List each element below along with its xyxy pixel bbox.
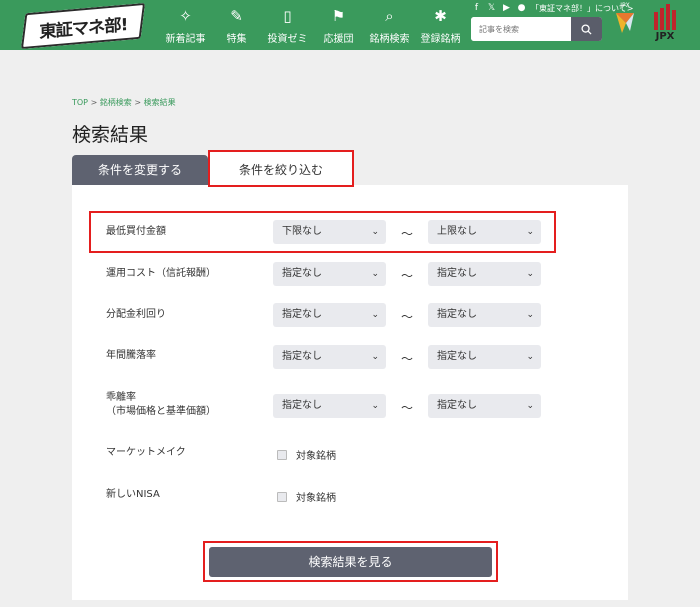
- min-amount-from-select[interactable]: 下限なし ⌄: [273, 220, 386, 244]
- chevron-down-icon: ⌄: [371, 310, 379, 320]
- jpx-text: JPX: [655, 31, 675, 42]
- select-value: 下限なし: [282, 226, 322, 237]
- x-icon[interactable]: 𝕏: [486, 3, 497, 14]
- filter-label: マーケットメイク: [106, 447, 186, 458]
- search-icon: [581, 23, 592, 35]
- chevron-down-icon: ⌄: [371, 401, 379, 411]
- article-search: [471, 17, 602, 41]
- nav-investment-seminar[interactable]: ▯ 投資ゼミ: [262, 6, 313, 45]
- nav-registered-stocks[interactable]: ✱ 登録銘柄: [415, 6, 466, 45]
- filter-label-line1: 乖離率: [106, 392, 136, 403]
- nav-new-articles[interactable]: ✧ 新着記事: [160, 6, 211, 45]
- yield-to-select[interactable]: 指定なし ⌄: [428, 303, 541, 327]
- select-value: 指定なし: [437, 400, 477, 411]
- nisa-checkbox[interactable]: 対象銘柄: [277, 489, 336, 504]
- deviation-from-select[interactable]: 指定なし ⌄: [273, 394, 386, 418]
- min-amount-to-select[interactable]: 上限なし ⌄: [428, 220, 541, 244]
- tab-change-conditions[interactable]: 条件を変更する: [72, 155, 208, 185]
- select-value: 指定なし: [437, 351, 477, 362]
- range-separator: ～: [401, 352, 414, 366]
- annual-return-from-select[interactable]: 指定なし ⌄: [273, 345, 386, 369]
- sparkle-icon: ✧: [179, 7, 192, 25]
- nav-stock-search[interactable]: ⌕ 銘柄検索: [364, 6, 415, 45]
- main-nav: ✧ 新着記事 ✎ 特集 ▯ 投資ゼミ ⚑ 応援団 ⌕ 銘柄検索 ✱ 登録銘柄: [160, 6, 466, 45]
- site-logo[interactable]: 東証マネ部!: [20, 2, 146, 50]
- checkbox-box[interactable]: [277, 449, 287, 460]
- nav-features[interactable]: ✎ 特集: [211, 6, 262, 45]
- nav-supporters[interactable]: ⚑ 応援団: [313, 6, 364, 45]
- nav-label: 登録銘柄: [420, 34, 461, 45]
- select-value: 指定なし: [282, 400, 322, 411]
- breadcrumb-separator: >: [90, 98, 98, 107]
- chevron-down-icon: ⌄: [526, 227, 534, 237]
- checkbox-label: 対象銘柄: [296, 451, 336, 462]
- filter-label: 乖離率 （市場価格と基準価額）: [106, 391, 216, 419]
- market-make-checkbox[interactable]: 対象銘柄: [277, 447, 336, 462]
- filter-label: 分配金利回り: [106, 309, 166, 320]
- click-icon: ✱: [434, 7, 447, 25]
- yield-from-select[interactable]: 指定なし ⌄: [273, 303, 386, 327]
- select-value: 指定なし: [282, 309, 322, 320]
- range-separator: ～: [401, 310, 414, 324]
- pen-icon: ✎: [230, 7, 243, 25]
- range-separator: ～: [401, 401, 414, 415]
- view-results-button[interactable]: 検索結果を見る: [209, 547, 492, 577]
- nav-label: 新着記事: [165, 34, 206, 45]
- search-input[interactable]: [471, 17, 571, 41]
- page-title: 検索結果: [72, 124, 149, 146]
- youtube-icon[interactable]: ▶: [501, 3, 512, 14]
- checkbox-label: 対象銘柄: [296, 493, 336, 504]
- facebook-icon[interactable]: f: [471, 3, 482, 14]
- breadcrumb-current: 検索結果: [143, 98, 176, 107]
- jpx-bars-icon: [651, 4, 679, 30]
- tab-narrow-conditions[interactable]: 条件を絞り込む: [208, 150, 354, 187]
- select-value: 指定なし: [437, 268, 477, 279]
- chevron-down-icon: ⌄: [371, 269, 379, 279]
- jpx-brand-logo[interactable]: JPX: [610, 2, 640, 35]
- logo-text: 東証マネ部!: [38, 14, 128, 43]
- breadcrumb-separator: >: [134, 98, 142, 107]
- breadcrumb: TOP > 銘柄検索 > 検索結果: [72, 97, 176, 108]
- chevron-down-icon: ⌄: [526, 352, 534, 362]
- flag-icon: ⚑: [331, 7, 346, 25]
- nav-label: 銘柄検索: [369, 34, 410, 45]
- select-value: 上限なし: [437, 226, 477, 237]
- range-separator: ～: [401, 269, 414, 283]
- chevron-down-icon: ⌄: [526, 401, 534, 411]
- filter-label: 新しいNISA: [106, 489, 160, 500]
- annual-return-to-select[interactable]: 指定なし ⌄: [428, 345, 541, 369]
- search-button[interactable]: [571, 17, 602, 41]
- filter-label: 運用コスト（信託報酬）: [106, 268, 216, 279]
- deviation-to-select[interactable]: 指定なし ⌄: [428, 394, 541, 418]
- filter-label-line2: （市場価格と基準価額）: [106, 406, 216, 417]
- nav-label: 応援団: [323, 34, 354, 45]
- filter-label: 最低買付金額: [106, 226, 166, 237]
- chevron-down-icon: ⌄: [526, 310, 534, 320]
- select-value: 指定なし: [282, 351, 322, 362]
- select-value: 指定なし: [282, 268, 322, 279]
- nav-label: 投資ゼミ: [267, 34, 308, 45]
- breadcrumb-top[interactable]: TOP: [72, 98, 88, 107]
- site-header: 東証マネ部! ✧ 新着記事 ✎ 特集 ▯ 投資ゼミ ⚑ 応援団 ⌕ 銘柄検索 ✱…: [0, 0, 700, 50]
- nav-label: 特集: [226, 34, 247, 45]
- chevron-down-icon: ⌄: [371, 227, 379, 237]
- line-icon[interactable]: ●: [516, 3, 527, 14]
- chevron-down-icon: ⌄: [526, 269, 534, 279]
- etf-search-icon: ⌕: [385, 7, 394, 25]
- jpx-small-text: JPX: [620, 2, 630, 9]
- jpx-mark-icon: [614, 11, 636, 35]
- select-value: 指定なし: [437, 309, 477, 320]
- jpx-logo[interactable]: JPX: [651, 4, 679, 42]
- cost-from-select[interactable]: 指定なし ⌄: [273, 262, 386, 286]
- checkbox-box[interactable]: [277, 491, 287, 502]
- breadcrumb-stock-search[interactable]: 銘柄検索: [100, 98, 132, 107]
- range-separator: ～: [401, 227, 414, 241]
- cost-to-select[interactable]: 指定なし ⌄: [428, 262, 541, 286]
- chevron-down-icon: ⌄: [371, 352, 379, 362]
- book-icon: ▯: [283, 7, 292, 25]
- filter-label: 年間騰落率: [106, 350, 156, 361]
